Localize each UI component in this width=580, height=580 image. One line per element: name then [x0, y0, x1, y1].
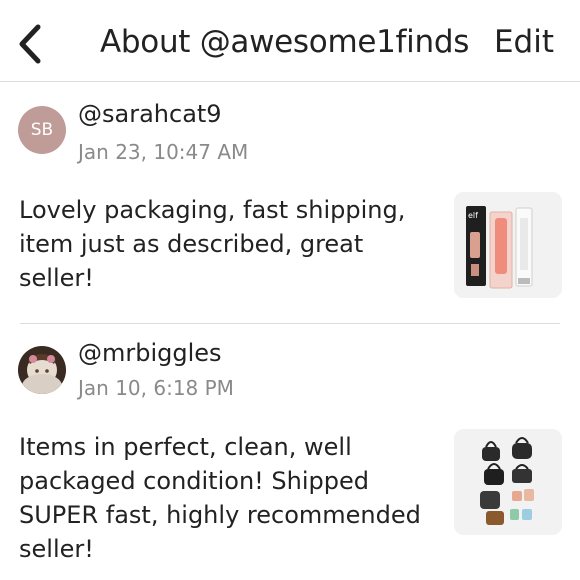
- review-photo-thumbnail[interactable]: [454, 429, 562, 535]
- reviewer-username[interactable]: @mrbiggles: [78, 339, 222, 367]
- review-item: SB @sarahcat9 Jan 23, 10:47 AM Lovely pa…: [0, 82, 580, 324]
- header-bar: About @awesome1finds Edit: [0, 0, 580, 82]
- reviewer-username[interactable]: @sarahcat9: [78, 100, 222, 128]
- back-button[interactable]: [12, 22, 48, 66]
- review-divider: [20, 323, 560, 324]
- avatar[interactable]: SB: [18, 106, 66, 154]
- review-text: Lovely packaging, fast shipping, item ju…: [19, 196, 406, 292]
- review-timestamp: Jan 10, 6:18 PM: [78, 376, 234, 400]
- avatar-initials: SB: [30, 120, 54, 140]
- edit-button[interactable]: Edit: [494, 24, 554, 60]
- review-photo-thumbnail[interactable]: elf: [454, 192, 562, 298]
- chevron-left-icon: [19, 24, 41, 64]
- avatar[interactable]: [18, 346, 66, 394]
- review-item: @mrbiggles Jan 10, 6:18 PM Items in perf…: [0, 325, 580, 580]
- makeup-products-photo: elf: [454, 192, 562, 298]
- review-timestamp: Jan 23, 10:47 AM: [78, 140, 249, 164]
- review-text: Items in perfect, clean, well packaged c…: [19, 433, 421, 563]
- avatar-photo-icon: [18, 346, 66, 394]
- mini-bags-photo: [454, 429, 562, 535]
- page-title: About @awesome1finds: [100, 24, 470, 60]
- svg-text:elf: elf: [468, 211, 478, 220]
